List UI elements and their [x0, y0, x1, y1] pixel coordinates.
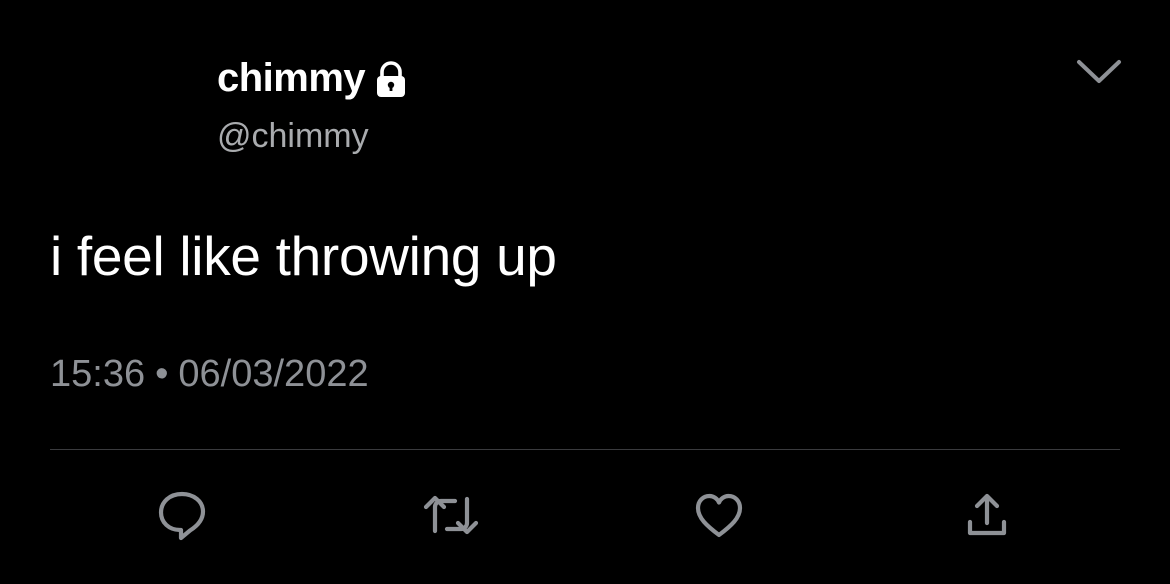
tweet-timestamp[interactable]: 15:36 • 06/03/2022 [50, 350, 369, 398]
chevron-down-icon [1077, 60, 1121, 83]
more-options-button[interactable] [1072, 52, 1126, 90]
author-handle[interactable]: @chimmy [217, 114, 369, 158]
avatar[interactable] [50, 55, 180, 165]
tweet-card: chimmy @chimmy i feel like throwing up 1… [0, 0, 1170, 584]
display-name[interactable]: chimmy [217, 52, 366, 104]
share-icon [967, 493, 1007, 536]
divider [50, 449, 1120, 450]
tweet-text: i feel like throwing up [50, 225, 557, 287]
tweet-date: 06/03/2022 [178, 353, 369, 395]
reply-bubble-icon [158, 491, 206, 541]
heart-icon [695, 493, 743, 538]
author-name-row: chimmy [217, 52, 411, 104]
retweet-icon [423, 495, 479, 535]
like-button[interactable] [684, 480, 754, 550]
share-button[interactable] [952, 480, 1022, 550]
reply-button[interactable] [147, 480, 217, 550]
retweet-button[interactable] [416, 480, 486, 550]
tweet-time: 15:36 [50, 353, 146, 395]
timestamp-separator: • [155, 353, 169, 395]
action-bar [0, 480, 1170, 550]
lock-icon [371, 59, 411, 99]
